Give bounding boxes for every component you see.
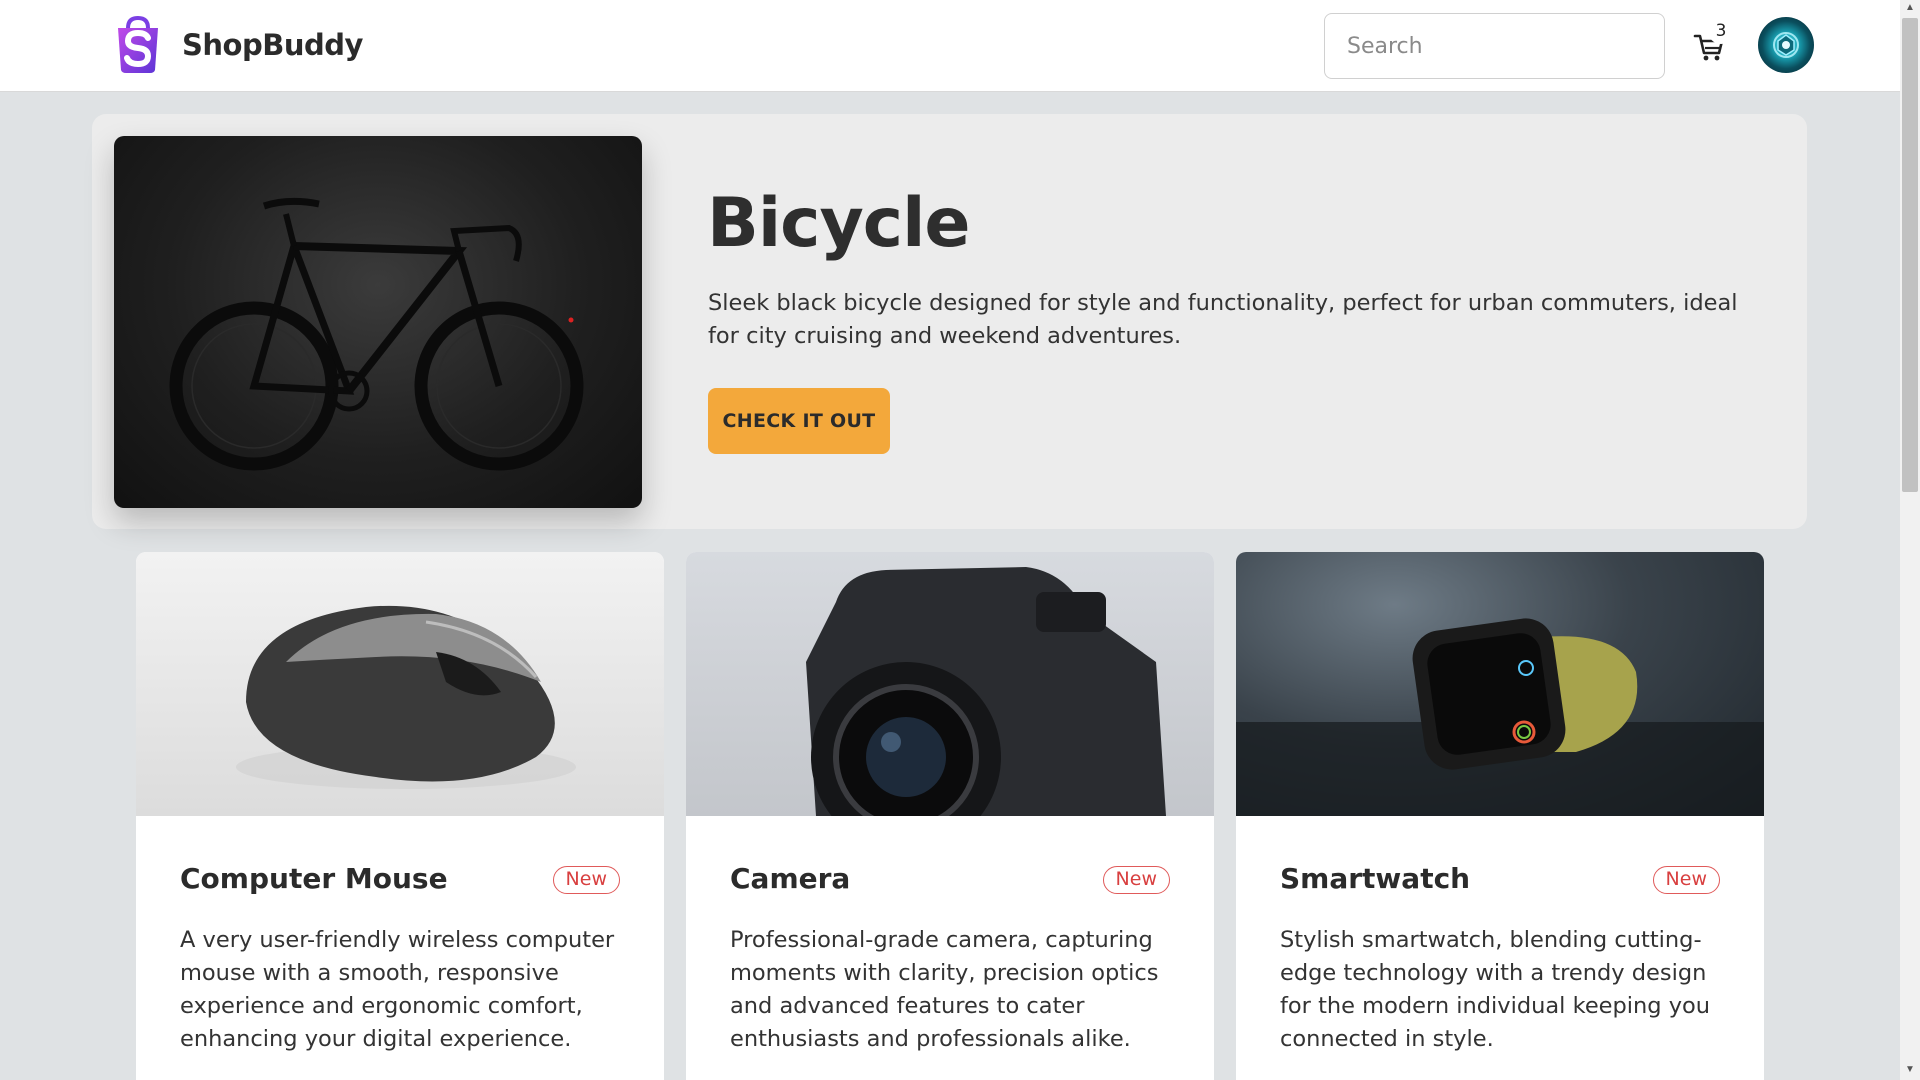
scroll-down-arrow-icon[interactable]: ▼: [1904, 1064, 1916, 1076]
product-title: Smartwatch: [1280, 862, 1471, 895]
product-card-smartwatch[interactable]: Smartwatch New Stylish smartwatch, blend…: [1236, 552, 1764, 1080]
product-description: A very user-friendly wireless computer m…: [180, 927, 615, 1052]
navbar: ShopBuddy 3: [0, 0, 1900, 92]
computer-mouse-image: [136, 552, 664, 816]
brand[interactable]: ShopBuddy: [112, 16, 363, 74]
check-it-out-button[interactable]: CHECK IT OUT: [708, 388, 890, 454]
new-badge: New: [1102, 866, 1170, 894]
product-title: Camera: [730, 862, 851, 895]
hero-description: Sleek black bicycle designed for style a…: [708, 290, 1738, 349]
smartwatch-image: [1236, 552, 1764, 816]
product-description: Professional-grade camera, capturing mom…: [730, 927, 1159, 1052]
cart-count-badge: 3: [1708, 18, 1734, 44]
product-card-computer-mouse[interactable]: Computer Mouse New A very user-friendly …: [136, 552, 664, 1080]
search-input[interactable]: [1324, 13, 1665, 79]
scrollbar-thumb[interactable]: [1902, 18, 1918, 492]
shopping-bag-logo-icon: [118, 16, 158, 73]
product-title: Computer Mouse: [180, 862, 448, 895]
brand-name: ShopBuddy: [182, 28, 363, 62]
product-card-camera[interactable]: Camera New Professional-grade camera, ca…: [686, 552, 1214, 1080]
new-badge: New: [552, 866, 620, 894]
avatar-art: [1773, 32, 1799, 58]
product-description: Stylish smartwatch, blending cutting-edg…: [1280, 927, 1711, 1052]
hero-title: Bicycle: [707, 184, 971, 263]
camera-image: [686, 552, 1214, 816]
hero-bicycle-image: [114, 136, 642, 508]
new-badge: New: [1652, 866, 1720, 894]
scroll-up-arrow-icon[interactable]: ▲: [1904, 2, 1916, 14]
avatar[interactable]: [1758, 17, 1814, 73]
